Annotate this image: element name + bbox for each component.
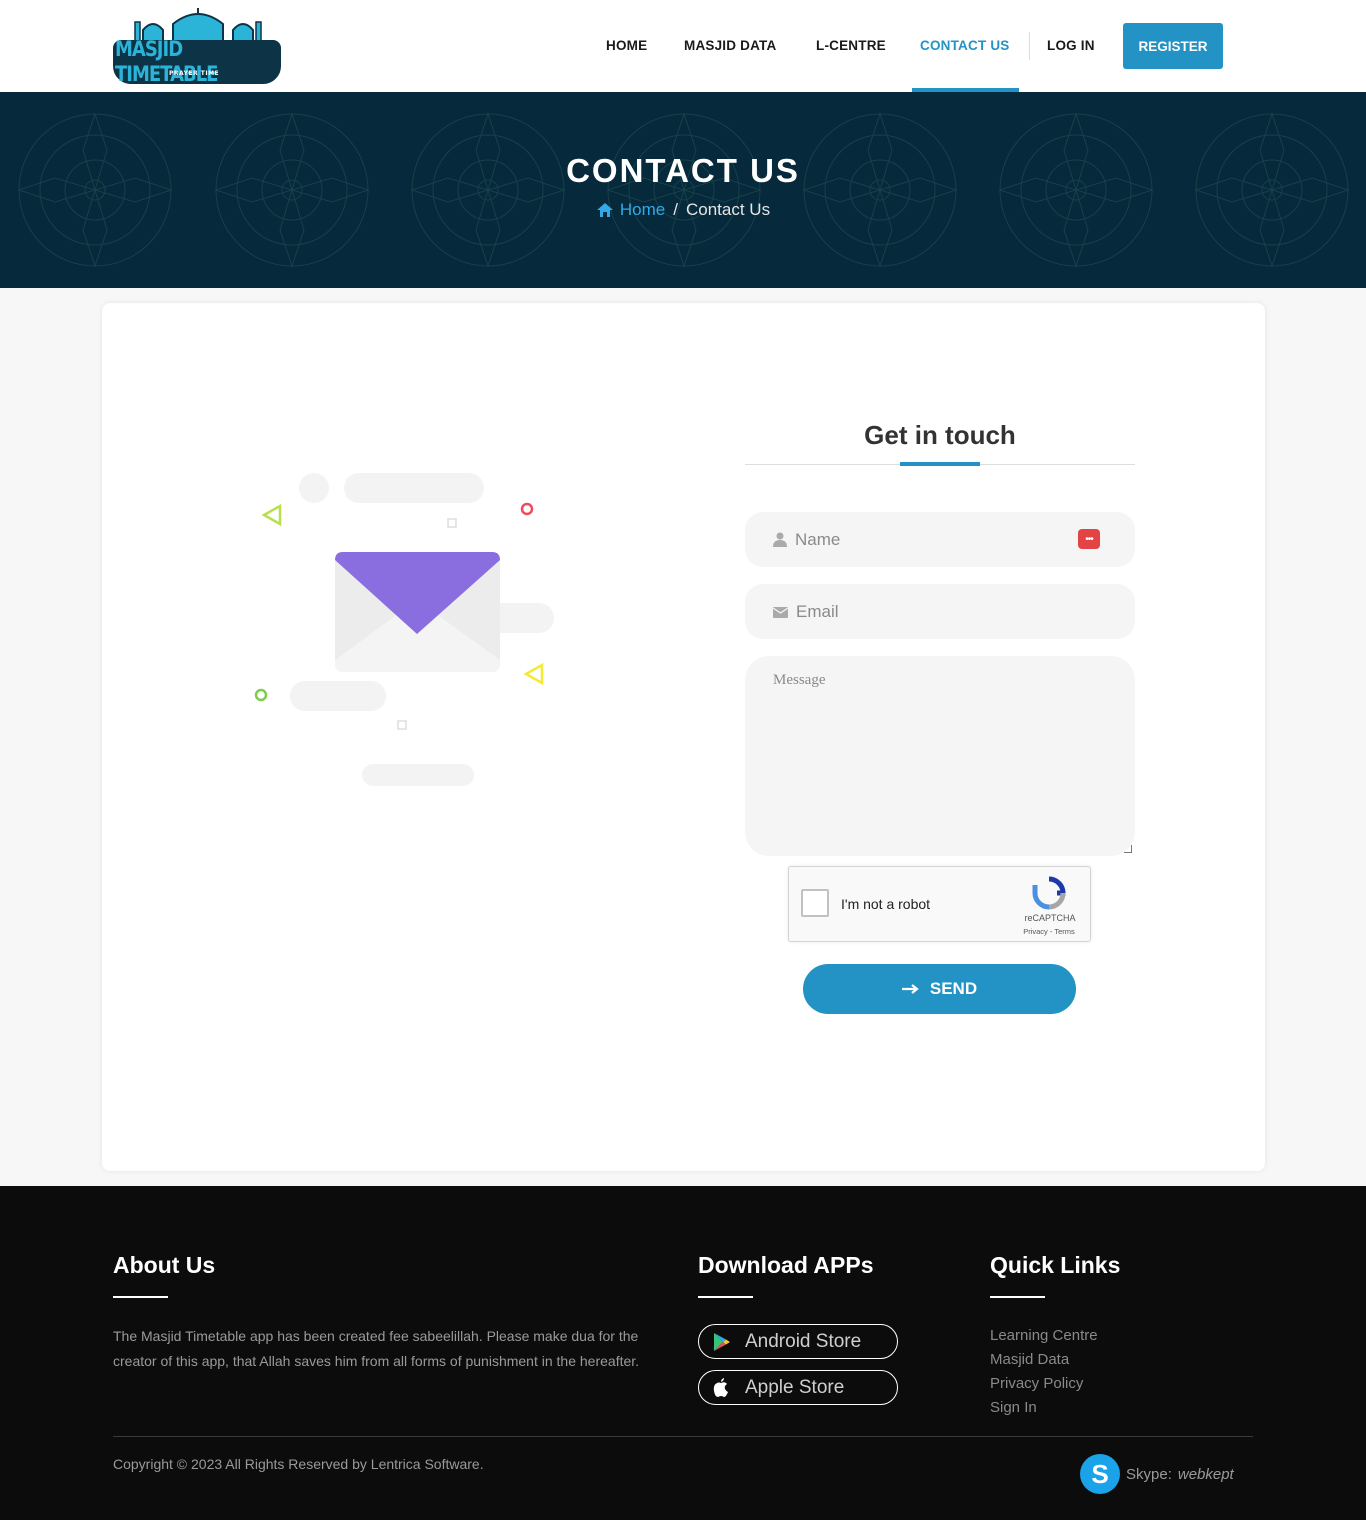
email-placeholder: Email [796, 601, 839, 621]
footer-links-underline [990, 1296, 1045, 1298]
footer-about-underline [113, 1296, 168, 1298]
skype-handle: webkept [1177, 1465, 1234, 1483]
breadcrumb-home[interactable]: Home [596, 200, 665, 220]
mandala-decoration-icon [410, 112, 566, 268]
skype-icon: S [1080, 1454, 1120, 1494]
breadcrumb: Home / Contact Us [0, 200, 1366, 220]
breadcrumb-separator: / [673, 200, 678, 219]
logo-title: MASJID TIMETABLE [115, 36, 218, 88]
envelope-illustration [254, 473, 554, 786]
email-field[interactable]: Email [745, 584, 1135, 639]
recaptcha-checkbox[interactable] [801, 889, 829, 917]
quick-link-sign-in[interactable]: Sign In [990, 1396, 1098, 1420]
register-button[interactable]: REGISTER [1123, 23, 1223, 69]
footer-apps-title: Download APPs [698, 1252, 874, 1278]
skype-contact[interactable]: S Skype: webkept [1080, 1454, 1234, 1494]
mandala-decoration-icon [606, 112, 762, 268]
footer-links-title: Quick Links [990, 1252, 1121, 1278]
mandala-decoration-icon [1194, 112, 1350, 268]
send-label: SEND [929, 979, 978, 998]
footer-divider [113, 1436, 1253, 1437]
android-store-label: Android Store [745, 1330, 862, 1352]
nav-log-in[interactable]: LOG IN [1047, 38, 1095, 53]
name-field[interactable]: Name ••• [745, 512, 1135, 567]
nav-contact-us[interactable]: CONTACT US [920, 38, 1010, 53]
resize-handle-icon[interactable] [1124, 845, 1132, 853]
footer-about-title: About Us [113, 1252, 216, 1278]
footer-about-text: The Masjid Timetable app has been create… [113, 1328, 640, 1369]
page-title: CONTACT US [566, 152, 800, 189]
nav-l-centre[interactable]: L-CENTRE [816, 38, 886, 53]
nav-masjid-data[interactable]: MASJID DATA [684, 38, 776, 53]
password-manager-icon[interactable]: ••• [1078, 529, 1100, 549]
form-title: Get in touch [864, 420, 1016, 450]
send-button[interactable]: SEND [803, 964, 1076, 1014]
user-icon [773, 532, 787, 547]
site-logo[interactable]: MASJID TIMETABLE PRAYER TIME [113, 8, 283, 88]
apple-store-label: Apple Store [745, 1376, 845, 1398]
mandala-decoration-icon [998, 112, 1154, 268]
logo-subtitle: PRAYER TIME [169, 70, 220, 77]
logo-wordmark: MASJID TIMETABLE [113, 36, 281, 88]
site-footer: About Us The Masjid Timetable app has be… [0, 1186, 1366, 1520]
skype-label: Skype: [1126, 1465, 1172, 1483]
message-textarea[interactable]: Message [745, 656, 1135, 856]
quick-links-list: Learning Centre Masjid Data Privacy Poli… [990, 1324, 1098, 1420]
arrow-right-icon [901, 984, 919, 994]
apple-icon [713, 1377, 728, 1397]
footer-apps-underline [698, 1296, 753, 1298]
nav-divider [1029, 32, 1030, 60]
apple-store-button[interactable]: Apple Store [698, 1370, 898, 1405]
mandala-decoration-icon [17, 112, 173, 268]
message-placeholder: Message [773, 672, 826, 688]
home-icon [596, 203, 613, 217]
copyright-text: Copyright © 2023 All Rights Reserved by … [113, 1456, 484, 1472]
mandala-decoration-icon [214, 112, 370, 268]
google-play-icon [714, 1332, 730, 1351]
recaptcha-brand: reCAPTCHA [1024, 913, 1076, 923]
recaptcha-logo-icon [1032, 876, 1066, 910]
nav-home[interactable]: HOME [606, 38, 647, 53]
android-store-button[interactable]: Android Store [698, 1324, 898, 1359]
quick-link-learning-centre[interactable]: Learning Centre [990, 1324, 1098, 1348]
quick-link-masjid-data[interactable]: Masjid Data [990, 1348, 1098, 1372]
recaptcha-label: I'm not a robot [841, 896, 931, 912]
form-title-accent [900, 462, 980, 466]
recaptcha-links[interactable]: Privacy - Terms [1015, 927, 1083, 936]
breadcrumb-current: Contact Us [686, 200, 771, 219]
quick-link-privacy-policy[interactable]: Privacy Policy [990, 1372, 1098, 1396]
envelope-icon [773, 606, 788, 618]
breadcrumb-home-label: Home [619, 200, 666, 219]
recaptcha-widget: I'm not a robot reCAPTCHA Privacy - Term… [788, 866, 1091, 942]
page-banner: CONTACT US Home / Contact Us [0, 92, 1366, 288]
site-header: MASJID TIMETABLE PRAYER TIME HOME MASJID… [0, 0, 1366, 92]
name-placeholder: Name [795, 529, 841, 549]
mandala-decoration-icon [802, 112, 958, 268]
